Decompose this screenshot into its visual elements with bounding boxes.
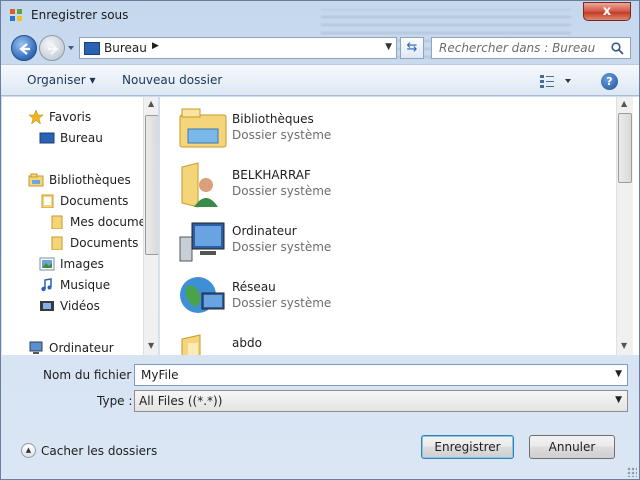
chevron-down-icon[interactable]: ▼ bbox=[615, 395, 622, 405]
address-location[interactable]: Bureau bbox=[104, 41, 147, 55]
title-bar[interactable]: Enregistrer sous x bbox=[1, 1, 639, 64]
nav-scroll-thumb[interactable] bbox=[145, 115, 158, 255]
refresh-button[interactable]: ⇆ bbox=[400, 37, 424, 59]
star-icon bbox=[28, 110, 44, 124]
scroll-up-arrow-icon[interactable]: ▲ bbox=[148, 99, 154, 108]
nav-pane-scrollbar[interactable]: ▲ ▼ bbox=[143, 97, 158, 355]
chevron-up-icon: ▲ bbox=[21, 443, 36, 458]
file-type-value: All Files ((*.*)) bbox=[139, 394, 223, 408]
file-type-label: Type : bbox=[97, 394, 133, 408]
change-view-icon[interactable] bbox=[539, 73, 573, 89]
cancel-button[interactable]: Annuler bbox=[529, 435, 615, 459]
file-type-select[interactable]: All Files ((*.*)) ▼ bbox=[134, 390, 628, 412]
save-as-dialog: Enregistrer sous x Bureau ▶ ▼ ⇆ Recherch… bbox=[0, 0, 640, 480]
save-button[interactable]: Enregistrer bbox=[421, 435, 514, 459]
filename-label: Nom du fichier : bbox=[43, 368, 140, 382]
file-scroll-thumb[interactable] bbox=[618, 113, 632, 183]
address-dropdown-icon[interactable]: ▼ bbox=[385, 42, 392, 52]
nav-label-images: Images bbox=[60, 257, 104, 271]
file-pane-scrollbar[interactable]: ▲ ▼ bbox=[616, 97, 633, 355]
file-type: Dossier système bbox=[232, 296, 332, 310]
nav-label-my-documents: Mes documen bbox=[70, 215, 154, 229]
command-toolbar: Organiser ▾ Nouveau dossier ? bbox=[1, 64, 639, 96]
file-item-computer[interactable]: Ordinateur Dossier système bbox=[178, 213, 478, 265]
nav-label-public-documents: Documents p bbox=[70, 236, 150, 250]
resize-grip[interactable] bbox=[627, 467, 637, 477]
file-name: BELKHARRAF bbox=[232, 168, 311, 182]
forward-arrow-icon bbox=[48, 43, 59, 55]
network-icon bbox=[180, 277, 225, 313]
file-item-network[interactable]: Réseau Dossier système bbox=[178, 269, 478, 321]
file-type: Dossier système bbox=[232, 240, 332, 254]
folder-icon bbox=[51, 215, 63, 229]
search-icon bbox=[611, 42, 624, 55]
documents-icon bbox=[41, 194, 54, 208]
file-type: Dossier système bbox=[232, 184, 332, 198]
folder-icon bbox=[51, 236, 63, 250]
back-button[interactable] bbox=[11, 35, 37, 61]
window-title: Enregistrer sous bbox=[31, 8, 129, 22]
nav-label-documents: Documents bbox=[60, 194, 129, 208]
recent-locations-chevron-icon[interactable] bbox=[67, 44, 75, 52]
video-film-icon bbox=[40, 301, 54, 311]
nav-label-desktop: Bureau bbox=[60, 131, 103, 145]
nav-label-videos: Vidéos bbox=[60, 299, 100, 313]
refresh-icon: ⇆ bbox=[406, 40, 418, 55]
breadcrumb-chevron-icon[interactable]: ▶ bbox=[152, 41, 159, 51]
computer-icon bbox=[29, 341, 43, 354]
nav-label-libraries: Bibliothèques bbox=[49, 173, 131, 187]
file-item-user[interactable]: BELKHARRAF Dossier système bbox=[178, 157, 478, 209]
scroll-down-arrow-icon[interactable]: ▼ bbox=[148, 341, 154, 350]
file-name: Réseau bbox=[232, 280, 276, 294]
search-input[interactable]: Rechercher dans : Bureau bbox=[439, 41, 595, 55]
user-folder-icon bbox=[181, 162, 218, 208]
filename-field[interactable]: MyFile ▼ bbox=[134, 364, 628, 386]
back-arrow-icon bbox=[19, 43, 30, 55]
nav-label-favorites: Favoris bbox=[49, 110, 92, 124]
file-item-libraries[interactable]: Bibliothèques Dossier système bbox=[178, 101, 478, 153]
computer-icon bbox=[179, 222, 225, 262]
desktop-icon bbox=[84, 42, 100, 55]
nav-label-computer: Ordinateur bbox=[49, 341, 114, 355]
search-box[interactable]: Rechercher dans : Bureau bbox=[431, 37, 631, 59]
file-list-pane: Bibliothèques Dossier système BELKHARRAF… bbox=[160, 97, 639, 355]
music-note-icon bbox=[41, 278, 52, 292]
desktop-icon bbox=[39, 132, 55, 144]
navigation-pane: Favoris Bureau Bibliothèques Documents M… bbox=[2, 97, 159, 355]
save-dialog-icon bbox=[10, 9, 22, 21]
nav-label-music: Musique bbox=[60, 278, 111, 292]
forward-button[interactable] bbox=[39, 35, 65, 61]
close-icon: x bbox=[602, 4, 612, 19]
file-type: Dossier système bbox=[232, 128, 332, 142]
chevron-down-icon[interactable]: ▼ bbox=[615, 369, 622, 379]
libraries-folder-icon bbox=[179, 108, 227, 148]
pictures-icon bbox=[39, 257, 55, 271]
folder-icon bbox=[181, 334, 201, 355]
address-bar[interactable]: Bureau ▶ ▼ bbox=[79, 37, 397, 59]
filename-input[interactable]: MyFile bbox=[141, 368, 179, 382]
file-name: abdo bbox=[232, 336, 262, 350]
file-item-abdo[interactable]: abdo bbox=[178, 325, 478, 355]
organise-menu-button[interactable]: Organiser ▾ bbox=[27, 73, 95, 87]
close-button[interactable]: x bbox=[583, 2, 631, 21]
file-name: Ordinateur bbox=[232, 224, 297, 238]
new-folder-button[interactable]: Nouveau dossier bbox=[122, 73, 222, 87]
scroll-down-arrow-icon[interactable]: ▼ bbox=[621, 341, 627, 350]
libraries-icon bbox=[28, 173, 44, 187]
scroll-up-arrow-icon[interactable]: ▲ bbox=[621, 99, 627, 108]
help-icon[interactable]: ? bbox=[601, 73, 618, 90]
hide-folders-label: Cacher les dossiers bbox=[41, 444, 158, 458]
file-name: Bibliothèques bbox=[232, 112, 314, 126]
